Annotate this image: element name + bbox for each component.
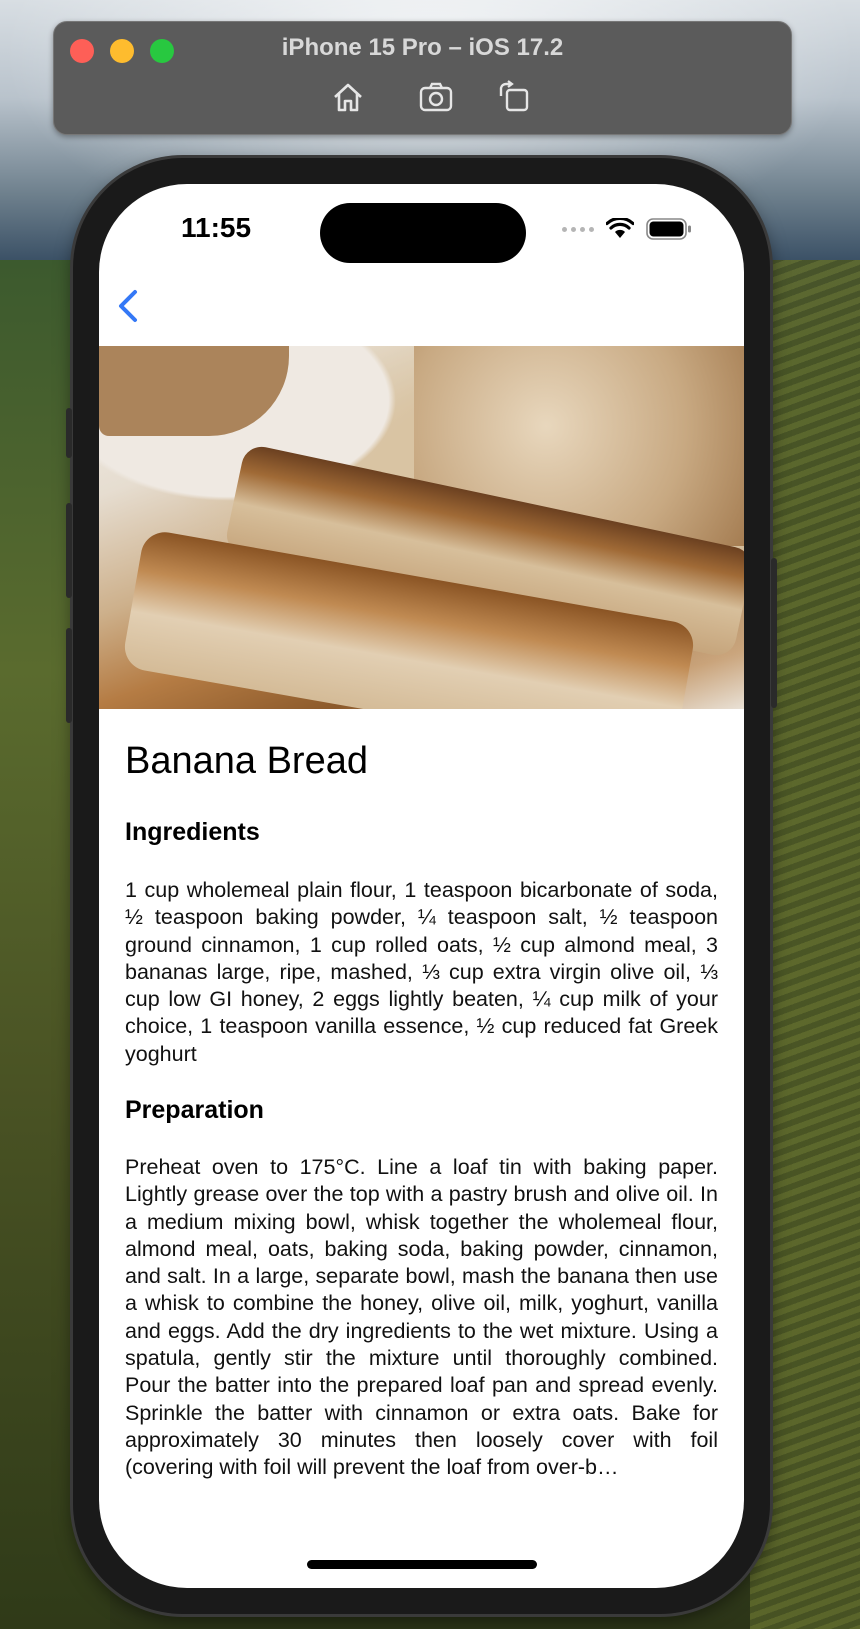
recipe-title: Banana Bread: [125, 740, 368, 782]
preparation-heading: Preparation: [125, 1096, 264, 1124]
ingredients-text: 1 cup wholemeal plain flour, 1 teaspoon …: [125, 878, 718, 1066]
volume-up-button[interactable]: [66, 503, 72, 598]
volume-down-button[interactable]: [66, 628, 72, 723]
status-time: 11:55: [181, 212, 252, 243]
ingredients-heading: Ingredients: [125, 818, 260, 846]
back-button[interactable]: [111, 284, 151, 328]
iphone-frame: 11:55 Banana Bread Ingredients 1 cup who…: [66, 158, 777, 1614]
action-button[interactable]: [66, 408, 72, 458]
screenshot-icon[interactable]: [418, 80, 454, 114]
home-indicator[interactable]: [307, 1560, 537, 1569]
simulator-title: iPhone 15 Pro – iOS 17.2: [281, 34, 564, 61]
rotate-icon[interactable]: [496, 80, 532, 114]
home-icon[interactable]: [330, 80, 366, 114]
chevron-left-icon: [119, 290, 137, 322]
preparation-text: Preheat oven to 175°C. Line a loaf tin w…: [125, 1155, 718, 1480]
cellular-dots-icon: [562, 226, 594, 232]
status-icons: [562, 218, 692, 240]
power-button[interactable]: [771, 558, 777, 708]
simulator-window-bar: iPhone 15 Pro – iOS 17.2: [53, 21, 792, 135]
app-screen: 11:55 Banana Bread Ingredients 1 cup who…: [99, 184, 744, 1588]
wifi-icon: [606, 218, 634, 238]
dynamic-island: [320, 203, 526, 263]
recipe-photo: [99, 346, 744, 709]
battery-icon: [646, 218, 691, 240]
